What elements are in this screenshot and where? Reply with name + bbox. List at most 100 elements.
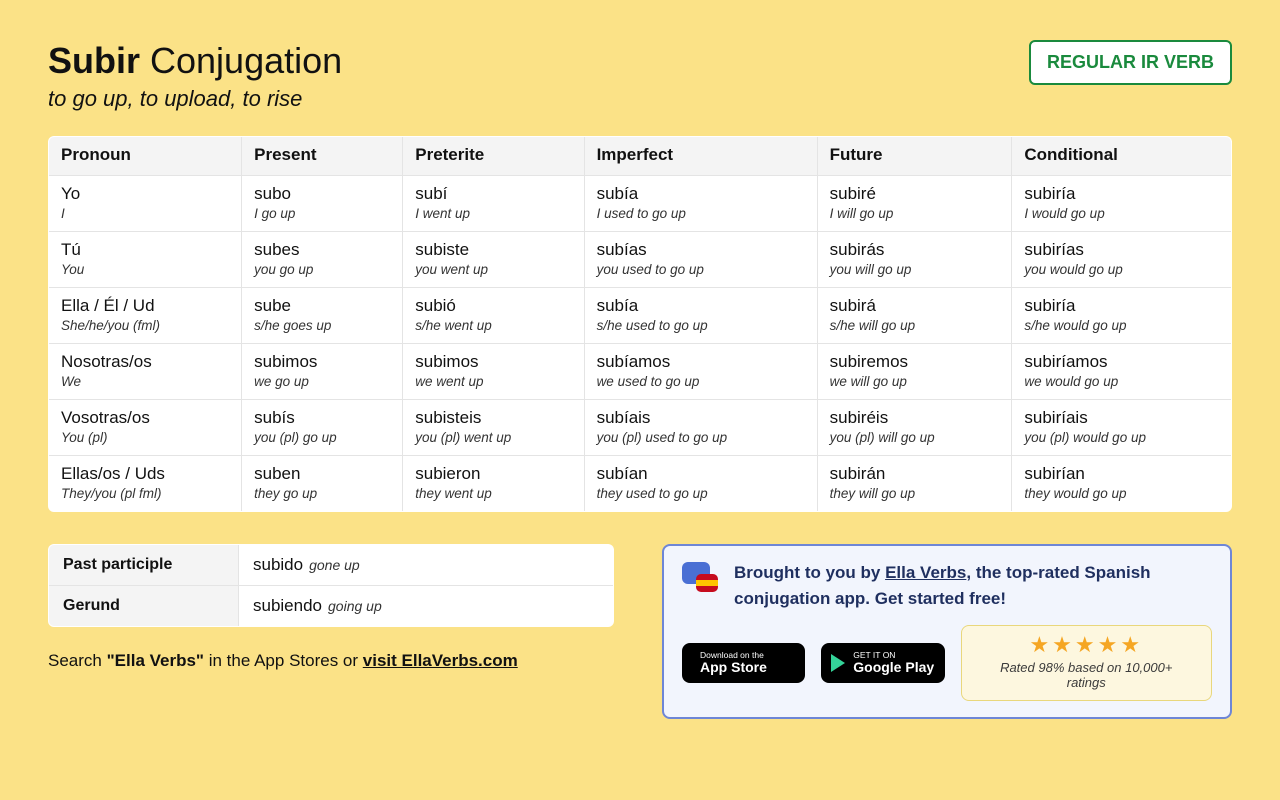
conj-gloss: we go up <box>254 374 390 389</box>
conj-cell: subirías/he would go up <box>1012 288 1232 344</box>
conj-gloss: we used to go up <box>597 374 805 389</box>
conj-cell: subiremoswe will go up <box>817 344 1012 400</box>
conj-word: subieron <box>415 464 571 484</box>
conj-cell: subía s/he used to go up <box>584 288 817 344</box>
column-header: Imperfect <box>584 137 817 176</box>
gerund-label: Gerund <box>49 586 239 627</box>
conj-gloss: s/he will go up <box>830 318 1000 333</box>
promo-link[interactable]: Ella Verbs <box>885 563 966 582</box>
conj-cell: subisteisyou (pl) went up <box>403 400 584 456</box>
conj-word: subían <box>597 464 805 484</box>
googleplay-icon <box>831 654 845 672</box>
conj-gloss: we went up <box>415 374 571 389</box>
conj-gloss: You <box>61 262 229 277</box>
page-title: Subir Conjugation <box>48 40 342 82</box>
gerund-cell: subiendogoing up <box>239 586 614 627</box>
conj-word: Ella / Él / Ud <box>61 296 229 316</box>
conj-gloss: you went up <box>415 262 571 277</box>
conj-word: subirías <box>1024 240 1219 260</box>
conj-cell: subíanthey used to go up <box>584 456 817 512</box>
conj-gloss: we would go up <box>1024 374 1219 389</box>
conj-word: subirás <box>830 240 1000 260</box>
conj-gloss: s/he went up <box>415 318 571 333</box>
conj-cell: subiréisyou (pl) will go up <box>817 400 1012 456</box>
conj-gloss: you (pl) would go up <box>1024 430 1219 445</box>
conj-word: subo <box>254 184 390 204</box>
conj-word: subió <box>415 296 571 316</box>
gerund-value: subiendo <box>253 596 322 615</box>
conj-cell: sube s/he goes up <box>242 288 403 344</box>
search-middle: in the App Stores or <box>204 651 363 670</box>
gplay-big: Google Play <box>853 660 934 675</box>
visit-link[interactable]: visit EllaVerbs.com <box>363 651 518 670</box>
conj-cell: subirías you would go up <box>1012 232 1232 288</box>
conj-gloss: I used to go up <box>597 206 805 221</box>
promo-box: Brought to you by Ella Verbs, the top-ra… <box>662 544 1232 719</box>
conj-word: subiréis <box>830 408 1000 428</box>
search-line: Search "Ella Verbs" in the App Stores or… <box>48 651 614 671</box>
conj-gloss: s/he goes up <box>254 318 390 333</box>
search-prefix: Search <box>48 651 107 670</box>
table-row: TúYousubesyou go upsubisteyou went upsub… <box>49 232 1232 288</box>
conj-cell: subiste you went up <box>403 232 584 288</box>
past-participle-cell: subidogone up <box>239 545 614 586</box>
conj-cell: subirá s/he will go up <box>817 288 1012 344</box>
appstore-button[interactable]: Download on the App Store <box>682 643 805 683</box>
conj-gloss: They/you (pl fml) <box>61 486 229 501</box>
conj-gloss: you (pl) used to go up <box>597 430 805 445</box>
conj-cell: subiríamos we would go up <box>1012 344 1232 400</box>
conj-gloss: you (pl) go up <box>254 430 390 445</box>
past-participle-label: Past participle <box>49 545 239 586</box>
column-header: Future <box>817 137 1012 176</box>
conj-cell: subenthey go up <box>242 456 403 512</box>
promo-prefix: Brought to you by <box>734 563 885 582</box>
conjugation-table: PronounPresentPreteriteImperfectFutureCo… <box>48 136 1232 512</box>
column-header: Present <box>242 137 403 176</box>
conj-cell: subiréI will go up <box>817 176 1012 232</box>
conj-cell: subimos we go up <box>242 344 403 400</box>
conj-gloss: you go up <box>254 262 390 277</box>
table-row: Nosotras/osWesubimoswe go upsubimoswe we… <box>49 344 1232 400</box>
conj-cell: subirásyou will go up <box>817 232 1012 288</box>
conj-word: subiría <box>1024 184 1219 204</box>
conj-word: Yo <box>61 184 229 204</box>
conj-gloss: you would go up <box>1024 262 1219 277</box>
conj-cell: YoI <box>49 176 242 232</box>
conj-word: subiste <box>415 240 571 260</box>
conj-word: subí <box>415 184 571 204</box>
conj-word: Vosotras/os <box>61 408 229 428</box>
googleplay-button[interactable]: GET IT ON Google Play <box>821 643 944 683</box>
column-header: Conditional <box>1012 137 1232 176</box>
past-participle-value: subido <box>253 555 303 574</box>
verb-translation: to go up, to upload, to rise <box>48 86 342 112</box>
conj-gloss: they will go up <box>830 486 1000 501</box>
conj-word: subirá <box>830 296 1000 316</box>
conj-cell: subía I used to go up <box>584 176 817 232</box>
conj-word: subiríamos <box>1024 352 1219 372</box>
verb-type-button[interactable]: REGULAR IR VERB <box>1029 40 1232 85</box>
conj-word: subía <box>597 296 805 316</box>
conj-word: subía <box>597 184 805 204</box>
conj-gloss: I will go up <box>830 206 1000 221</box>
conj-word: subimos <box>254 352 390 372</box>
conj-word: subisteis <box>415 408 571 428</box>
conj-cell: Vosotras/osYou (pl) <box>49 400 242 456</box>
conj-gloss: s/he used to go up <box>597 318 805 333</box>
star-icons: ★★★★★ <box>980 632 1193 658</box>
conj-word: subirán <box>830 464 1000 484</box>
conj-cell: Ellas/os / UdsThey/you (pl fml) <box>49 456 242 512</box>
conj-cell: subiríaI would go up <box>1012 176 1232 232</box>
conj-cell: Ella / Él / Ud She/he/you (fml) <box>49 288 242 344</box>
app-icon <box>682 560 720 598</box>
conj-word: subís <box>254 408 390 428</box>
conj-cell: subieronthey went up <box>403 456 584 512</box>
table-row: Vosotras/osYou (pl)subísyou (pl) go upsu… <box>49 400 1232 456</box>
conj-word: sube <box>254 296 390 316</box>
conj-word: subirían <box>1024 464 1219 484</box>
conj-cell: subíasyou used to go up <box>584 232 817 288</box>
conj-gloss: She/he/you (fml) <box>61 318 229 333</box>
conj-cell: subíI went up <box>403 176 584 232</box>
rating-box: ★★★★★ Rated 98% based on 10,000+ ratings <box>961 625 1212 701</box>
conj-cell: subís you (pl) go up <box>242 400 403 456</box>
conj-cell: subesyou go up <box>242 232 403 288</box>
